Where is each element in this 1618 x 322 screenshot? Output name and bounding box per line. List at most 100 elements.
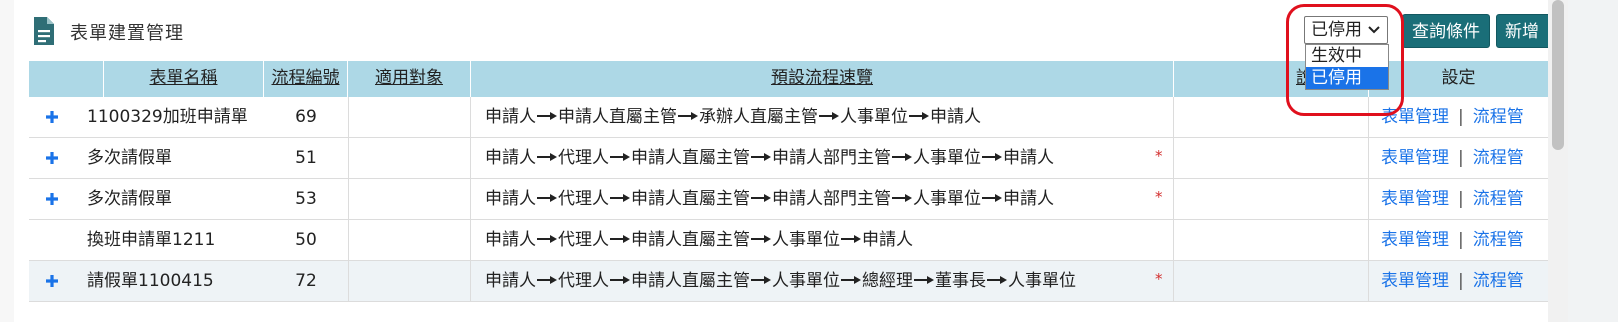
flow-manage-link[interactable]: 流程管: [1473, 230, 1524, 250]
column-header-flow-no[interactable]: 流程編號: [264, 61, 348, 97]
table-row: 1100329加班申請單 69 申請人 申請人直屬主管 承辦人直屬主管 人事單位 申請人 表單…: [29, 97, 1548, 138]
arrow-right-icon: [610, 193, 630, 202]
arrow-right-icon: [982, 193, 1002, 202]
form-name: 請假單1100415: [87, 271, 214, 291]
table-row: 換班申請單1211 50 申請人 代理人 申請人直屬主管 人事單位 申請人 表單管理 | 流程管: [29, 220, 1548, 261]
arrow-right-icon: [537, 152, 557, 161]
flow-step: 申請人直屬主管: [631, 189, 750, 209]
flow-preview: 申請人 代理人 申請人直屬主管 申請人部門主管 人事單位 申請人: [471, 179, 1174, 219]
arrow-right-icon: [909, 111, 929, 120]
note-cell: [1174, 138, 1369, 178]
required-mark: *: [1155, 188, 1163, 206]
arrow-right-icon: [841, 234, 861, 243]
settings-cell: 表單管理 | 流程管: [1369, 138, 1548, 178]
status-select[interactable]: 已停用: [1304, 16, 1388, 44]
form-name: 多次請假單: [87, 148, 172, 168]
column-header-name[interactable]: 表單名稱: [104, 61, 264, 97]
arrow-right-icon: [914, 275, 934, 284]
flow-step: 申請人: [1003, 148, 1054, 168]
arrow-right-icon: [982, 152, 1002, 161]
chevron-down-icon: [1368, 26, 1380, 34]
action-separator: |: [1458, 148, 1464, 168]
flow-step: 申請人: [485, 189, 536, 209]
arrow-right-icon: [678, 111, 698, 120]
flow-step: 人事單位: [913, 189, 981, 209]
flow-step: 代理人: [558, 189, 609, 209]
flow-step: 申請人直屬主管: [558, 107, 677, 127]
plus-icon[interactable]: [45, 110, 59, 124]
arrow-right-icon: [751, 234, 771, 243]
flow-step: 代理人: [558, 271, 609, 291]
target-cell: [348, 179, 471, 219]
flow-preview: 申請人 代理人 申請人直屬主管 人事單位 申請人: [471, 220, 1174, 260]
status-option-active[interactable]: 生效中: [1306, 45, 1388, 67]
flow-step: 申請人直屬主管: [631, 148, 750, 168]
flow-manage-link[interactable]: 流程管: [1473, 148, 1524, 168]
form-manage-link[interactable]: 表單管理: [1381, 107, 1449, 127]
required-mark: *: [1155, 270, 1163, 288]
flow-step: 申請人: [1003, 189, 1054, 209]
form-manage-link[interactable]: 表單管理: [1381, 230, 1449, 250]
note-cell: [1174, 97, 1369, 137]
flow-step: 人事單位: [772, 271, 840, 291]
plus-icon[interactable]: [45, 274, 59, 288]
arrow-right-icon: [841, 275, 861, 284]
action-separator: |: [1458, 230, 1464, 250]
flow-step: 申請人: [485, 230, 536, 250]
flow-step: 申請人: [862, 230, 913, 250]
add-button[interactable]: 新增: [1496, 14, 1548, 48]
column-header-target[interactable]: 適用對象: [348, 61, 471, 97]
target-cell: [348, 97, 471, 137]
arrow-right-icon: [537, 111, 557, 120]
flow-number: 69: [295, 107, 317, 127]
arrow-right-icon: [610, 152, 630, 161]
target-cell: [348, 138, 471, 178]
page-title: 表單建置管理: [70, 23, 184, 44]
target-cell: [348, 220, 471, 260]
column-header-flow-preview[interactable]: 預設流程速覽: [471, 61, 1174, 97]
form-name: 換班申請單1211: [87, 230, 216, 250]
form-manage-link[interactable]: 表單管理: [1381, 148, 1449, 168]
plus-icon[interactable]: [45, 192, 59, 206]
status-option-disabled[interactable]: 已停用: [1306, 67, 1388, 89]
column-header-settings: 設定: [1441, 68, 1476, 88]
form-manage-link[interactable]: 表單管理: [1381, 271, 1449, 291]
flow-step: 人事單位: [772, 230, 840, 250]
flow-step: 人事單位: [1008, 271, 1076, 291]
flow-manage-link[interactable]: 流程管: [1473, 107, 1524, 127]
arrow-right-icon: [819, 111, 839, 120]
status-dropdown: 生效中 已停用: [1305, 44, 1389, 90]
flow-number: 72: [295, 271, 317, 291]
form-manage-link[interactable]: 表單管理: [1381, 189, 1449, 209]
page: 表單建置管理 已停用 查詢條件 新增 表單名稱 流程編號 適用對象 預設流程速覽…: [0, 0, 1618, 322]
flow-step: 代理人: [558, 230, 609, 250]
flow-step: 承辦人直屬主管: [699, 107, 818, 127]
arrow-right-icon: [610, 275, 630, 284]
query-button[interactable]: 查詢條件: [1402, 14, 1490, 48]
arrow-right-icon: [537, 275, 557, 284]
arrow-right-icon: [892, 193, 912, 202]
flow-manage-link[interactable]: 流程管: [1473, 189, 1524, 209]
arrow-right-icon: [537, 193, 557, 202]
table-row: 請假單1100415 72 申請人 代理人 申請人直屬主管 人事單位 總經理 董事長 人事單位 *…: [29, 261, 1548, 302]
flow-number: 50: [295, 230, 317, 250]
settings-cell: 表單管理 | 流程管: [1369, 261, 1548, 301]
action-separator: |: [1458, 189, 1464, 209]
plus-icon[interactable]: [45, 151, 59, 165]
scrollbar-thumb[interactable]: [1552, 0, 1564, 150]
flow-number: 51: [295, 148, 317, 168]
note-cell: [1174, 261, 1369, 301]
flow-step: 申請人直屬主管: [631, 271, 750, 291]
action-separator: |: [1458, 107, 1464, 127]
flow-step: 申請人: [485, 271, 536, 291]
arrow-right-icon: [892, 152, 912, 161]
flow-step: 總經理: [862, 271, 913, 291]
flow-step: 申請人: [930, 107, 981, 127]
flow-manage-link[interactable]: 流程管: [1473, 271, 1524, 291]
flow-step: 董事長: [935, 271, 986, 291]
flow-step: 人事單位: [913, 148, 981, 168]
note-cell: [1174, 179, 1369, 219]
flow-number: 53: [295, 189, 317, 209]
document-icon: [34, 17, 54, 45]
arrow-right-icon: [751, 275, 771, 284]
